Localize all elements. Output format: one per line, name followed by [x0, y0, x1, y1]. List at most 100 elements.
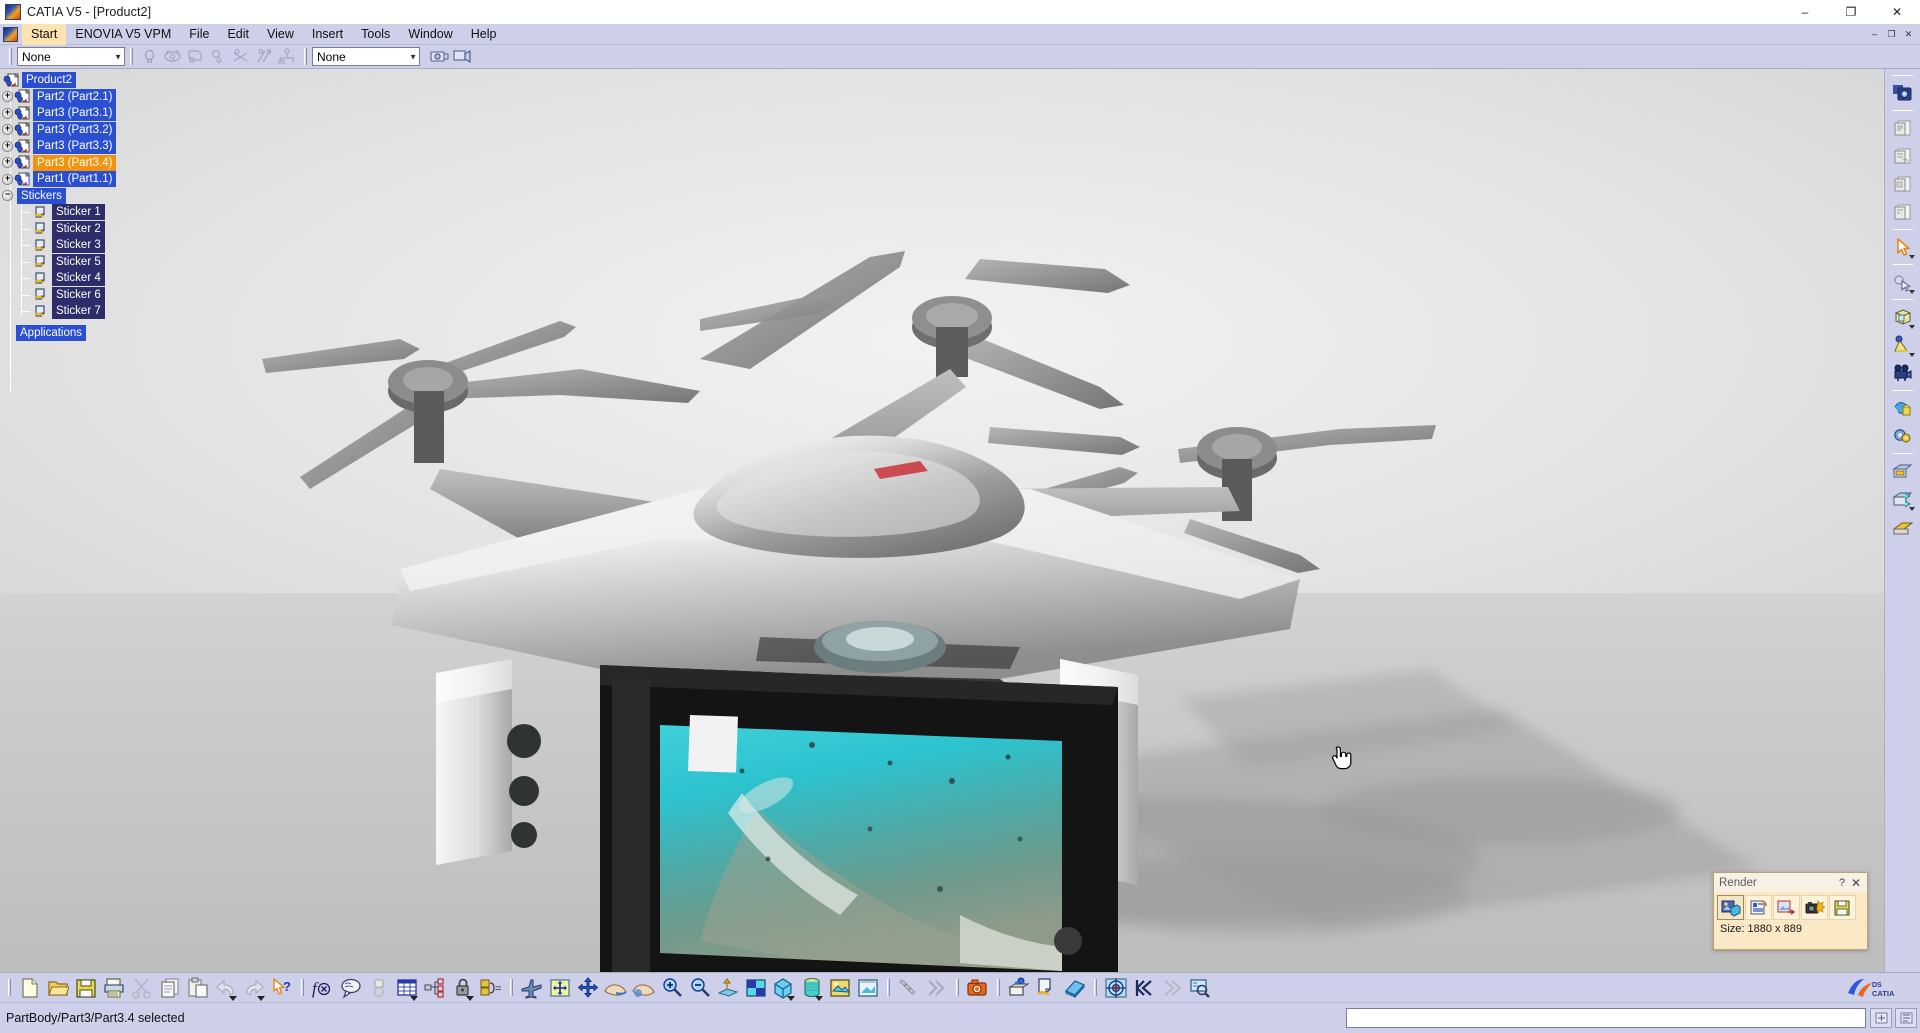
redo-icon[interactable]	[241, 975, 267, 1001]
tree-row-part2-1[interactable]: + Part2 (Part2.1)	[0, 88, 260, 106]
tree-label-sticker-2[interactable]: Sticker 2	[52, 220, 105, 237]
hide-show-icon[interactable]	[827, 975, 853, 1001]
next-scene-icon[interactable]	[924, 975, 950, 1001]
tree-row-applications[interactable]: Applications	[0, 324, 260, 342]
render-scene-combo[interactable]: None ▼	[17, 47, 125, 66]
sticker-edit-icon[interactable]	[1890, 486, 1916, 512]
fly-mode-icon[interactable]	[519, 975, 545, 1001]
toolbar-grip-b1[interactable]	[8, 979, 11, 996]
mdi-restore-button[interactable]: ❐	[1884, 27, 1899, 42]
table-icon[interactable]	[394, 975, 420, 1001]
toolbar-grip-b2[interactable]	[301, 979, 304, 996]
apply-scene-icon[interactable]	[896, 975, 922, 1001]
select-arrow-icon[interactable]	[1890, 234, 1916, 260]
scene-edit-icon[interactable]	[254, 46, 275, 67]
apply-material-icon[interactable]	[185, 46, 206, 67]
copy-variant-4-icon[interactable]	[1890, 199, 1916, 225]
undo-icon[interactable]	[213, 975, 239, 1001]
menu-item-view[interactable]: View	[258, 24, 303, 45]
close-icon[interactable]: ✕	[1851, 876, 1867, 890]
tree-label-part3-2[interactable]: Part3 (Part3.2)	[33, 121, 117, 138]
3d-viewport[interactable]	[0, 69, 1884, 972]
list-item[interactable]: Sticker 1	[0, 204, 260, 221]
padlock-icon[interactable]	[366, 975, 392, 1001]
isometric-view-icon[interactable]	[771, 975, 797, 1001]
search-icon[interactable]	[1187, 975, 1213, 1001]
tree-label-stickers[interactable]: Stickers	[17, 187, 66, 204]
tree-row-part3-3[interactable]: + Part3 (Part3.3)	[0, 138, 260, 155]
shading-icon[interactable]	[162, 46, 183, 67]
copy-icon[interactable]	[157, 975, 183, 1001]
render-settings-icon[interactable]	[1745, 895, 1772, 920]
multi-view-icon[interactable]	[743, 975, 769, 1001]
paste-icon[interactable]	[185, 975, 211, 1001]
menu-item-edit[interactable]: Edit	[218, 24, 258, 45]
tree-nodes-icon[interactable]	[422, 975, 448, 1001]
target-icon[interactable]	[1103, 975, 1129, 1001]
save-render-icon[interactable]	[1829, 895, 1856, 920]
last-icon[interactable]	[1159, 975, 1185, 1001]
tree-label-sticker-1[interactable]: Sticker 1	[52, 204, 105, 221]
tree-row-part3-4[interactable]: + Part3 (Part3.4)	[0, 154, 260, 172]
first-icon[interactable]	[1131, 975, 1157, 1001]
magic-select-icon[interactable]	[1890, 269, 1916, 295]
tree-label-sticker-6[interactable]: Sticker 6	[52, 286, 105, 303]
render-photo-icon[interactable]	[1890, 80, 1916, 106]
tree-label-applications[interactable]: Applications	[16, 324, 87, 341]
lock-publication-icon[interactable]	[450, 975, 476, 1001]
menu-item-window[interactable]: Window	[399, 24, 461, 45]
tree-row-product2[interactable]: Product2	[0, 72, 260, 89]
expand-plus-icon-5[interactable]: +	[2, 157, 13, 169]
environment-strip-icon[interactable]	[1890, 514, 1916, 540]
tree-label-part2-1[interactable]: Part2 (Part2.1)	[33, 88, 117, 105]
sticker-panel-icon[interactable]	[1890, 458, 1916, 484]
print-icon[interactable]	[101, 975, 127, 1001]
menu-item-file[interactable]: File	[180, 24, 218, 45]
cube-view-icon[interactable]	[1890, 304, 1916, 330]
chevron-down-icon-render[interactable]	[815, 995, 823, 1001]
render-icon[interactable]	[452, 46, 473, 67]
list-item[interactable]: Sticker 4	[0, 270, 260, 287]
comment-icon[interactable]	[338, 975, 364, 1001]
menu-item-help[interactable]: Help	[462, 24, 506, 45]
expand-plus-icon-4[interactable]: +	[2, 140, 13, 152]
menu-item-start[interactable]: Start	[22, 23, 67, 45]
expand-plus-icon[interactable]: +	[2, 91, 13, 103]
quick-render-icon[interactable]	[1801, 895, 1828, 920]
expand-plus-icon-6[interactable]: +	[2, 173, 13, 185]
menu-item-enovia[interactable]: ENOVIA V5 VPM	[66, 24, 180, 45]
whats-this-help-icon[interactable]: ?	[269, 975, 295, 1001]
light-source-icon[interactable]	[1890, 332, 1916, 358]
tree-label-part3-1[interactable]: Part3 (Part3.1)	[33, 105, 117, 122]
rotate-icon[interactable]	[603, 975, 629, 1001]
material-combo[interactable]: None ▼	[312, 47, 420, 66]
sticker-icon[interactable]	[208, 46, 229, 67]
save-icon[interactable]	[73, 975, 99, 1001]
movie-camera-icon[interactable]	[1890, 360, 1916, 386]
sticker-apply-icon[interactable]	[1034, 975, 1060, 1001]
normal-view-icon[interactable]	[715, 975, 741, 1001]
toolbar-grip-b5[interactable]	[956, 979, 959, 996]
chevron-down-icon-5[interactable]	[1908, 507, 1915, 511]
tree-label-sticker-5[interactable]: Sticker 5	[52, 253, 105, 270]
status-box-1[interactable]	[1870, 1008, 1892, 1028]
tree-label-sticker-7[interactable]: Sticker 7	[52, 303, 105, 320]
new-document-icon[interactable]	[17, 975, 43, 1001]
render-to-file-icon[interactable]	[1773, 895, 1800, 920]
light-bulb-icon[interactable]	[139, 46, 160, 67]
chevron-down-icon-redo[interactable]	[257, 995, 265, 1001]
chevron-down-icon-lock[interactable]	[466, 995, 474, 1001]
list-item[interactable]: Sticker 7	[0, 303, 260, 320]
camera-icon[interactable]	[429, 46, 450, 67]
toolbar-grip-b7[interactable]	[1094, 979, 1097, 996]
list-item[interactable]: Sticker 6	[0, 286, 260, 304]
tree-row-part1-1[interactable]: + Part1 (Part1.1)	[0, 171, 260, 188]
chevron-down-icon-2[interactable]	[1908, 290, 1915, 294]
cut-scissors-icon[interactable]	[129, 975, 155, 1001]
list-item[interactable]: Sticker 3	[0, 237, 260, 254]
render-dialog[interactable]: Render ? ✕ Size: 1880 x 889	[1713, 872, 1868, 950]
mdi-close-button[interactable]: ✕	[1901, 27, 1916, 42]
toolbar-grip-2[interactable]	[130, 48, 133, 65]
chevron-down-icon-3[interactable]	[1908, 325, 1915, 329]
toolbar-grip-b4[interactable]	[887, 979, 890, 996]
